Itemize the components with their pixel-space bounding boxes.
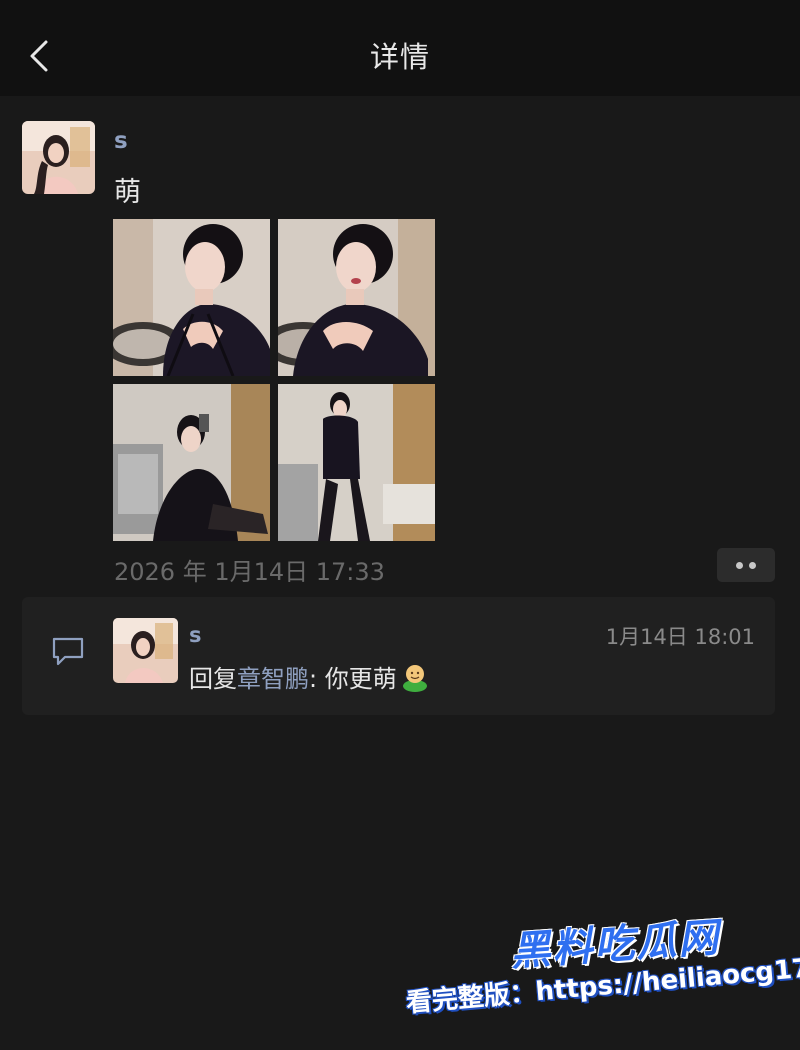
more-dots-icon — [736, 562, 743, 569]
post-author-name[interactable]: s — [114, 128, 128, 154]
reply-prefix: 回复 — [189, 665, 237, 693]
post-photo-3[interactable] — [113, 384, 270, 541]
nav-header: 详情 — [0, 0, 800, 96]
comment-author-name[interactable]: s — [189, 623, 202, 647]
comment-avatar[interactable] — [113, 618, 178, 683]
avatar[interactable] — [22, 121, 95, 194]
comment-text[interactable]: 回复章智鹏: 你更萌 — [189, 659, 430, 698]
post-text: 萌 — [114, 177, 141, 208]
reply-separator: : — [309, 665, 325, 693]
page-title: 详情 — [369, 40, 430, 74]
more-dots-icon-dot — [749, 562, 756, 569]
reply-mention[interactable]: 章智鹏 — [237, 665, 309, 693]
post-photo-1[interactable] — [113, 219, 270, 376]
smiley-face-emoji — [400, 662, 430, 698]
comment-section: s 1月14日 18:01 回复章智鹏: 你更萌 — [22, 597, 775, 715]
reply-text: 你更萌 — [324, 665, 397, 693]
comment-timestamp: 1月14日 18:01 — [605, 625, 755, 649]
detail-screen: 详情 s 萌 2026 年 1月14日 17:33 s 1月14日 18:01 … — [0, 0, 800, 1050]
post-timestamp: 2026 年 1月14日 17:33 — [114, 558, 385, 586]
post-photo-4[interactable] — [278, 384, 435, 541]
comment-icon — [51, 635, 85, 671]
post-photo-2[interactable] — [278, 219, 435, 376]
more-options-button[interactable] — [717, 548, 775, 582]
